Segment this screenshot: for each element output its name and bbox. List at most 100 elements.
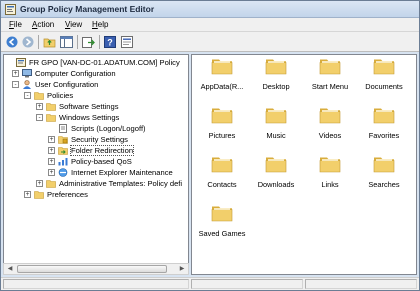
tree-item-folder-redirection[interactable]: + Folder Redirection [48, 144, 135, 156]
gpo-icon [16, 57, 26, 67]
folder-icon [211, 106, 233, 124]
tree-item-label: Computer Configuration [35, 68, 116, 78]
expand-icon[interactable]: + [12, 69, 19, 77]
user-icon [22, 79, 32, 89]
status-cell-right [305, 279, 417, 289]
collapse-icon[interactable]: - [24, 91, 31, 99]
folder-icon [319, 106, 341, 124]
toolbar-separator [99, 35, 100, 49]
folder-music[interactable]: Music [248, 106, 304, 160]
forward-icon[interactable] [21, 35, 35, 49]
folder-label: Videos [318, 131, 342, 140]
tree-item-preferences[interactable]: + Preferences [24, 189, 88, 199]
tree-item-label: Folder Redirection [69, 144, 135, 156]
toolbar-separator [77, 35, 78, 49]
menu-file[interactable]: File [9, 20, 22, 29]
window-title: Group Policy Management Editor [20, 4, 155, 14]
folder-label: Favorites [368, 131, 400, 140]
folder-videos[interactable]: Videos [302, 106, 358, 160]
properties-icon[interactable] [120, 35, 134, 49]
folder-icon [211, 204, 233, 222]
expand-icon[interactable]: + [48, 168, 55, 176]
title-bar[interactable]: Group Policy Management Editor [1, 1, 419, 18]
folder-documents[interactable]: Documents [356, 57, 412, 111]
collapse-icon[interactable]: - [12, 80, 19, 88]
tree-item-policy-based-qos[interactable]: + Policy-based QoS [48, 156, 132, 166]
status-bar [1, 277, 419, 290]
tree-item-label: Administrative Templates: Policy defi [59, 178, 183, 188]
tree-item-internet-explorer-maintenance[interactable]: + Internet Explorer Maintenance [48, 167, 173, 177]
folder-appdata-r[interactable]: AppData(R... [194, 57, 250, 111]
qos-icon [58, 157, 68, 166]
folder-icon [46, 102, 56, 111]
script-icon [58, 123, 68, 133]
tree-item-computer-configuration[interactable]: + Computer Configuration [12, 68, 116, 78]
status-cell-middle [191, 279, 303, 289]
folder-icon [46, 179, 56, 188]
folder-links[interactable]: Links [302, 155, 358, 209]
tree-item-label: Policy-based QoS [71, 156, 132, 166]
menu-action[interactable]: Action [32, 20, 54, 29]
tree-item-label: Preferences [47, 189, 88, 199]
folder-label: Pictures [208, 131, 236, 140]
folder-icon [373, 106, 395, 124]
folder-icon [265, 57, 287, 75]
export-list-icon[interactable] [81, 35, 95, 49]
tree-item-software-settings[interactable]: + Software Settings [36, 101, 119, 111]
back-icon[interactable] [5, 35, 19, 49]
menu-help[interactable]: Help [92, 20, 108, 29]
tree-item-policies[interactable]: - Policies [24, 90, 73, 100]
up-folder-icon[interactable] [42, 35, 56, 49]
menu-view[interactable]: View [65, 20, 82, 29]
expand-icon[interactable]: + [36, 102, 43, 110]
expand-icon[interactable]: + [36, 179, 43, 187]
folder-saved-games[interactable]: Saved Games [194, 204, 250, 258]
expand-icon[interactable]: + [48, 135, 55, 143]
tree-item-label: FR GPO [VAN-DC-01.ADATUM.COM] Policy [29, 57, 180, 67]
scroll-thumb[interactable] [17, 265, 167, 273]
folder-desktop[interactable]: Desktop [248, 57, 304, 111]
expand-icon[interactable]: + [48, 157, 55, 165]
folder-label: Links [321, 180, 339, 189]
folder-label: Saved Games [198, 229, 246, 238]
tree-item-windows-settings[interactable]: - Windows Settings [36, 112, 119, 122]
show-hide-tree-icon[interactable] [59, 35, 73, 49]
computer-icon [22, 68, 32, 78]
scroll-right-icon[interactable]: ▶ [176, 264, 188, 274]
folder-icon [34, 190, 44, 199]
folder-label: Downloads [257, 180, 295, 189]
folder-favorites[interactable]: Favorites [356, 106, 412, 160]
folder-pictures[interactable]: Pictures [194, 106, 250, 160]
folder-searches[interactable]: Searches [356, 155, 412, 209]
folder-icon [46, 113, 56, 122]
tree-item-security-settings[interactable]: + Security Settings [48, 134, 128, 144]
app-window: Group Policy Management Editor File Acti… [0, 0, 420, 291]
folder-label: Music [266, 131, 286, 140]
folder-downloads[interactable]: Downloads [248, 155, 304, 209]
tree-item-user-configuration[interactable]: - User Configuration [12, 79, 98, 89]
help-icon[interactable]: ? [103, 35, 117, 49]
tree-item-label: Policies [47, 90, 74, 100]
folder-start-menu[interactable]: Start Menu [302, 57, 358, 111]
folder-label: AppData(R... [200, 82, 244, 91]
tree-pane[interactable]: FR GPO [VAN-DC-01.ADATUM.COM] Policy + Com… [3, 54, 189, 275]
svg-text:?: ? [107, 38, 113, 48]
folder-icon [211, 57, 233, 75]
tree-item-scripts-logon-logoff[interactable]: Scripts (Logon/Logoff) [48, 123, 146, 133]
folder-icon [265, 106, 287, 124]
scroll-left-icon[interactable]: ◀ [4, 264, 16, 274]
folder-icon [373, 57, 395, 75]
folder-label: Documents [365, 82, 403, 91]
menu-bar: File Action View Help [1, 18, 419, 32]
collapse-icon[interactable]: - [36, 113, 43, 121]
tree-item-fr-gpo-van-dc-01-adatum-com-policy[interactable]: FR GPO [VAN-DC-01.ADATUM.COM] Policy [6, 57, 180, 67]
expand-icon[interactable]: + [48, 146, 55, 154]
folder-contacts[interactable]: Contacts [194, 155, 250, 209]
expand-icon[interactable]: + [24, 190, 31, 198]
tree-horizontal-scrollbar[interactable]: ◀ ▶ [3, 263, 189, 275]
folder-label: Contacts [207, 180, 237, 189]
folder-label: Start Menu [311, 82, 349, 91]
tree-item-administrative-templates-policy-defi[interactable]: + Administrative Templates: Policy defi [36, 178, 182, 188]
